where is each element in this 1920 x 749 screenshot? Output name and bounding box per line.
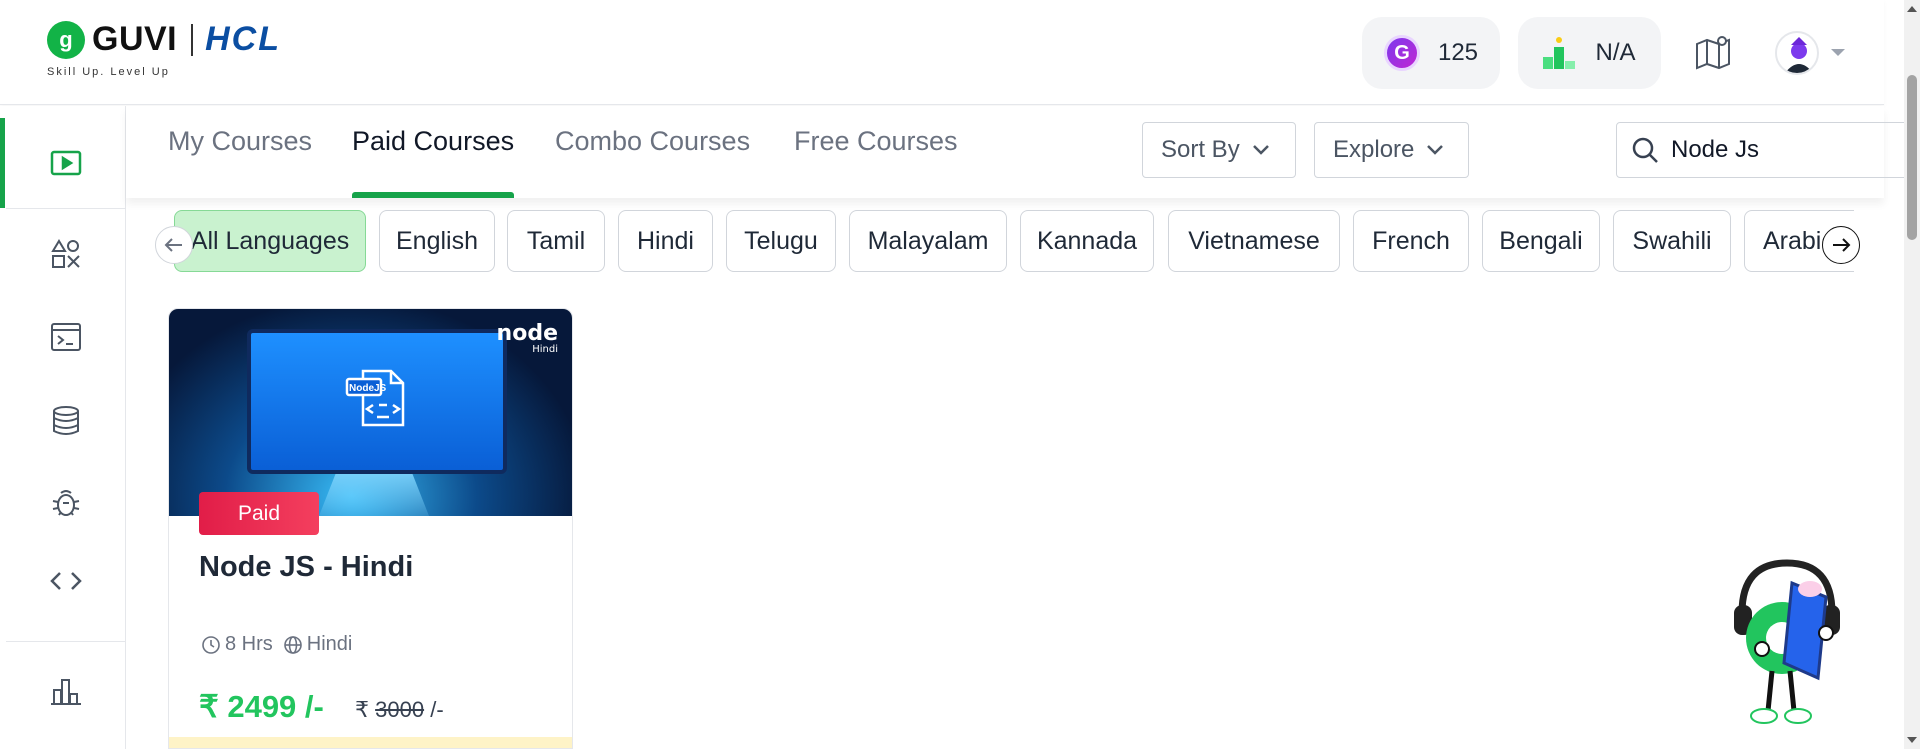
search-icon — [1632, 137, 1658, 163]
sort-by-dropdown[interactable]: Sort By — [1142, 122, 1296, 178]
light-beam — [319, 474, 429, 516]
nodejs-file-icon — [345, 369, 405, 427]
sidebar-item-database[interactable] — [6, 376, 126, 466]
chip-bengali[interactable]: Bengali — [1482, 210, 1600, 272]
chip-swahili[interactable]: Swahili — [1613, 210, 1731, 272]
rank-value: N/A — [1595, 39, 1636, 66]
guvi-hcl-logo[interactable]: g GUVI HCL — [47, 20, 281, 59]
chip-malayalam[interactable]: Malayalam — [849, 210, 1007, 272]
explore-dropdown[interactable]: Explore — [1314, 122, 1469, 178]
nodejs-logo: node Hindi — [497, 323, 558, 355]
course-duration: 8 Hrs — [225, 633, 273, 655]
course-price: ₹ 2499 /- — [199, 689, 324, 724]
course-card[interactable]: NodeJS node Hindi Paid Node JS - Hindi 8… — [168, 308, 573, 749]
shapes-icon — [51, 239, 80, 268]
terminal-icon — [51, 323, 81, 351]
chip-hindi[interactable]: Hindi — [618, 210, 713, 272]
course-title[interactable]: Node JS - Hindi — [199, 551, 413, 584]
logo-divider — [191, 23, 194, 56]
leaderboard-rank-pill[interactable]: N/A — [1518, 17, 1661, 89]
sidebar-item-practice[interactable] — [6, 209, 126, 299]
user-menu-caret-icon[interactable] — [1831, 49, 1845, 56]
paid-badge: Paid — [199, 492, 319, 535]
guvi-logo-icon: g — [47, 20, 85, 59]
podium-icon — [1543, 37, 1576, 69]
original-price: ₹ 3000 /- — [355, 697, 444, 723]
thumbnail-file-label: NodeJS — [349, 383, 387, 394]
arrow-left-icon — [164, 238, 182, 252]
original-price-suffix: /- — [430, 697, 444, 722]
gem-coins-pill[interactable]: G 125 — [1362, 17, 1500, 89]
original-price-amount: 3000 — [375, 697, 425, 722]
user-avatar[interactable] — [1775, 31, 1819, 75]
brand-tagline: Skill Up. Level Up — [47, 66, 170, 78]
search-input[interactable] — [1671, 136, 1920, 164]
chip-kannada[interactable]: Kannada — [1020, 210, 1154, 272]
globe-icon — [283, 635, 302, 654]
chip-english[interactable]: English — [379, 210, 495, 272]
node-logo-text: node — [496, 321, 558, 346]
chip-all-languages[interactable]: All Languages — [174, 210, 366, 272]
brand-name: GUVI — [92, 20, 178, 58]
coins-count: 125 — [1437, 39, 1479, 66]
chevron-down-icon — [1252, 145, 1269, 155]
mascot-helper-icon[interactable] — [1722, 553, 1852, 728]
chip-vietnamese[interactable]: Vietnamese — [1168, 210, 1340, 272]
explore-label: Explore — [1333, 136, 1415, 163]
course-language: Hindi — [306, 633, 353, 655]
course-search-box[interactable] — [1616, 122, 1920, 178]
monitor-illustration: NodeJS — [247, 329, 507, 474]
chip-tamil[interactable]: Tamil — [507, 210, 605, 272]
sidebar-item-debug[interactable] — [6, 458, 126, 548]
course-meta: 8 Hrs Hindi — [201, 633, 362, 656]
scrollbar-thumb[interactable] — [1907, 75, 1917, 240]
course-tabs-bar: My Courses Paid Courses Combo Courses Fr… — [126, 106, 1920, 198]
clock-icon — [202, 635, 220, 654]
thumbnail-language: Hindi — [532, 344, 558, 355]
tab-my-courses[interactable]: My Courses — [168, 126, 312, 198]
page-scrollbar[interactable] — [1904, 0, 1920, 749]
scroll-left-button[interactable] — [155, 226, 193, 264]
sidebar-item-leaderboard[interactable] — [6, 646, 126, 736]
gem-coin-icon: G — [1383, 35, 1420, 71]
top-header: g GUVI HCL Skill Up. Level Up G 125 N/A — [0, 0, 1884, 105]
sidebar-item-courses[interactable] — [0, 118, 126, 208]
scroll-right-button[interactable] — [1822, 226, 1860, 264]
bug-icon — [52, 490, 80, 516]
course-thumbnail: NodeJS node Hindi — [169, 309, 572, 516]
roadmap-icon[interactable] — [1693, 32, 1733, 72]
play-video-icon — [50, 150, 82, 176]
card-footer-strip — [169, 737, 572, 748]
original-price-symbol: ₹ — [355, 697, 369, 722]
sidebar-item-code[interactable] — [6, 536, 126, 626]
scroll-up-arrow-icon[interactable] — [1907, 6, 1917, 12]
chip-telugu[interactable]: Telugu — [726, 210, 836, 272]
language-filter-bar: All Languages English Tamil Hindi Telugu… — [172, 209, 1854, 273]
sidebar-divider — [6, 641, 126, 642]
bar-chart-icon — [51, 679, 81, 705]
tab-free-courses[interactable]: Free Courses — [794, 126, 958, 198]
partner-logo: HCL — [205, 20, 282, 58]
sidebar — [0, 106, 126, 749]
tab-combo-courses[interactable]: Combo Courses — [555, 126, 750, 198]
chevron-down-icon — [1427, 145, 1444, 155]
avatar-icon — [1785, 37, 1813, 73]
chip-french[interactable]: French — [1353, 210, 1469, 272]
database-icon — [53, 406, 79, 435]
tab-paid-courses[interactable]: Paid Courses — [352, 126, 515, 198]
scroll-down-arrow-icon[interactable] — [1907, 737, 1917, 743]
code-icon — [50, 572, 82, 590]
arrow-right-icon — [1833, 238, 1851, 252]
sort-by-label: Sort By — [1161, 136, 1240, 163]
sidebar-item-ide[interactable] — [6, 292, 126, 382]
